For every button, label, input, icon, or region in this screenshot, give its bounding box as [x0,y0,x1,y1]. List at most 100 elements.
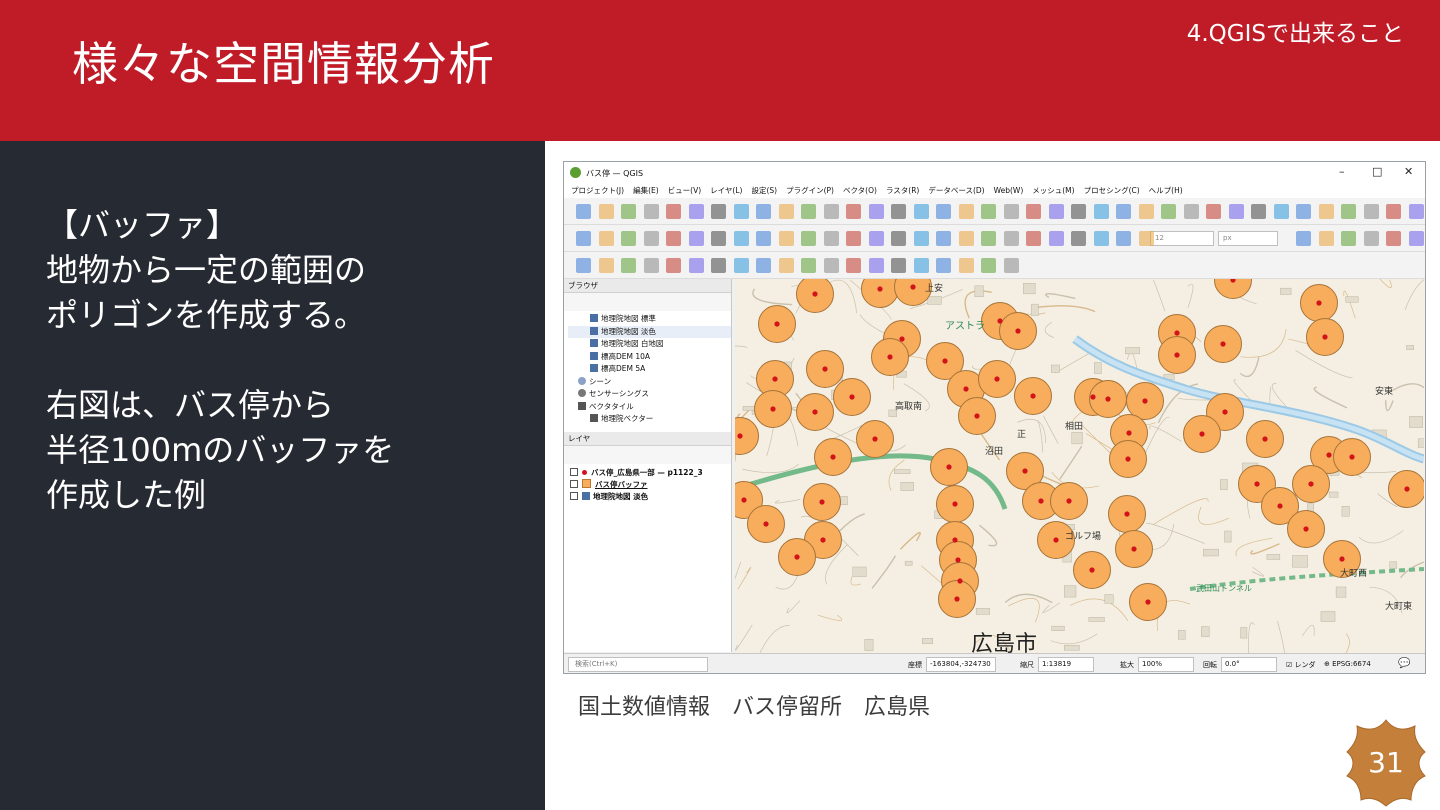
toolbar-button-icon[interactable] [643,204,659,219]
toolbar-button-icon[interactable] [958,231,974,246]
toolbar-button-icon[interactable] [1228,204,1244,219]
toolbar-button-icon[interactable] [666,204,681,219]
toolbar-button-icon[interactable] [1408,204,1424,219]
toolbar-button-icon[interactable] [666,231,681,246]
toolbar-button-icon[interactable] [823,204,839,219]
crs-button[interactable]: ⊕ EPSG:6674 [1324,660,1371,668]
maximize-icon[interactable]: □ [1372,165,1382,178]
toolbar-button-icon[interactable] [1251,204,1266,219]
close-icon[interactable]: ✕ [1404,165,1413,178]
toolbar-button-icon[interactable] [913,204,929,219]
toolbar-button-icon[interactable] [1296,231,1311,246]
toolbar-button-icon[interactable] [913,258,929,273]
toolbar-button-icon[interactable] [1341,231,1356,246]
map-canvas[interactable]: アストラ 上安 安東 高取南 相田正沼田 大町西 大町東 武田山トンネル ゴルフ場 広島市 [735,279,1424,653]
toolbar-button-icon[interactable] [846,204,861,219]
toolbar-button-icon[interactable] [733,204,749,219]
toolbar-button-icon[interactable] [801,258,816,273]
browser-item[interactable]: 地理院地図 白地図 [568,338,731,351]
toolbar-button-icon[interactable] [576,258,591,273]
toolbar-button-icon[interactable] [1138,231,1154,246]
toolbar-button-icon[interactable] [1048,204,1064,219]
toolbar-button-icon[interactable] [733,231,749,246]
toolbar-button-icon[interactable] [1093,204,1109,219]
toolbar-button-icon[interactable] [643,231,659,246]
toolbar-button-icon[interactable] [1116,204,1131,219]
toolbar-button-icon[interactable] [621,204,636,219]
toolbar-button-icon[interactable] [576,231,591,246]
browser-item[interactable]: センサーシングス [568,388,731,401]
toolbar-button-icon[interactable] [1363,204,1379,219]
layer-checkbox[interactable] [570,468,578,476]
toolbar-button-icon[interactable] [688,231,704,246]
minimize-icon[interactable]: – [1339,165,1345,178]
toolbar-button-icon[interactable] [1408,231,1424,246]
toolbar-button-icon[interactable] [1138,204,1154,219]
menu-item[interactable]: Web(W) [994,184,1024,198]
scale-field[interactable]: 1:13819 [1038,657,1094,672]
browser-item[interactable]: シーン [568,376,731,389]
toolbar-button-icon[interactable] [823,231,839,246]
coord-field[interactable]: -163804,-324730 [926,657,996,672]
toolbar-button-icon[interactable] [576,204,591,219]
toolbar-button-icon[interactable] [621,258,636,273]
menu-item[interactable]: プラグイン(P) [786,184,834,198]
toolbar-button-icon[interactable] [778,258,794,273]
toolbar-button-icon[interactable] [778,204,794,219]
toolbar-button-icon[interactable] [891,258,906,273]
menu-item[interactable]: ラスタ(R) [886,184,919,198]
layer-item[interactable]: 地理院地図 淡色 [564,491,731,503]
toolbar-button-icon[interactable] [1183,204,1199,219]
layer-item[interactable]: バス停_広島県一部 — p1122_3 [564,467,731,479]
toolbar-button-icon[interactable] [621,231,636,246]
rotation-field[interactable]: 0.0° [1221,657,1277,672]
toolbar-button-icon[interactable] [756,231,771,246]
layer-checkbox[interactable] [570,492,578,500]
menu-item[interactable]: データベース(D) [928,184,984,198]
magnify-field[interactable]: 100% [1138,657,1194,672]
size-field[interactable]: 12 [1150,231,1214,246]
toolbar-button-icon[interactable] [823,258,839,273]
menu-item[interactable]: プロセシング(C) [1084,184,1140,198]
browser-item[interactable]: ベクタタイル [568,401,731,414]
toolbar-button-icon[interactable] [981,258,996,273]
toolbar-button-icon[interactable] [891,231,906,246]
browser-item[interactable]: 標高DEM 5A [568,363,731,376]
toolbar-button-icon[interactable] [688,258,704,273]
toolbar-button-icon[interactable] [1161,204,1176,219]
toolbar-button-icon[interactable] [846,258,861,273]
toolbar-button-icon[interactable] [1026,204,1041,219]
unit-select[interactable]: px [1218,231,1278,246]
toolbar-button-icon[interactable] [643,258,659,273]
toolbar-button-icon[interactable] [981,204,996,219]
layer-item[interactable]: バス停バッファ [564,479,731,491]
toolbar-button-icon[interactable] [711,204,726,219]
toolbar-button-icon[interactable] [1003,231,1019,246]
toolbar-button-icon[interactable] [958,258,974,273]
search-input[interactable]: 検索(Ctrl+K) [568,657,708,672]
toolbar-button-icon[interactable] [868,231,884,246]
menu-item[interactable]: プロジェクト(J) [571,184,624,198]
toolbar-button-icon[interactable] [666,258,681,273]
toolbar-button-icon[interactable] [868,258,884,273]
toolbar-button-icon[interactable] [1093,231,1109,246]
toolbar-button-icon[interactable] [846,231,861,246]
menu-item[interactable]: ベクタ(O) [843,184,877,198]
toolbar-button-icon[interactable] [936,258,951,273]
toolbar-button-icon[interactable] [868,204,884,219]
toolbar-button-icon[interactable] [1386,231,1401,246]
toolbar-button-icon[interactable] [913,231,929,246]
toolbar-button-icon[interactable] [1003,204,1019,219]
toolbar-button-icon[interactable] [981,231,996,246]
toolbar-button-icon[interactable] [1386,204,1401,219]
toolbar-button-icon[interactable] [801,204,816,219]
toolbar-button-icon[interactable] [1071,204,1086,219]
layer-checkbox[interactable] [570,480,578,488]
toolbar-button-icon[interactable] [1026,231,1041,246]
toolbar-button-icon[interactable] [756,204,771,219]
menu-item[interactable]: ヘルプ(H) [1149,184,1183,198]
toolbar-button-icon[interactable] [598,258,614,273]
toolbar-button-icon[interactable] [733,258,749,273]
toolbar-button-icon[interactable] [1341,204,1356,219]
menu-item[interactable]: 設定(S) [751,184,777,198]
